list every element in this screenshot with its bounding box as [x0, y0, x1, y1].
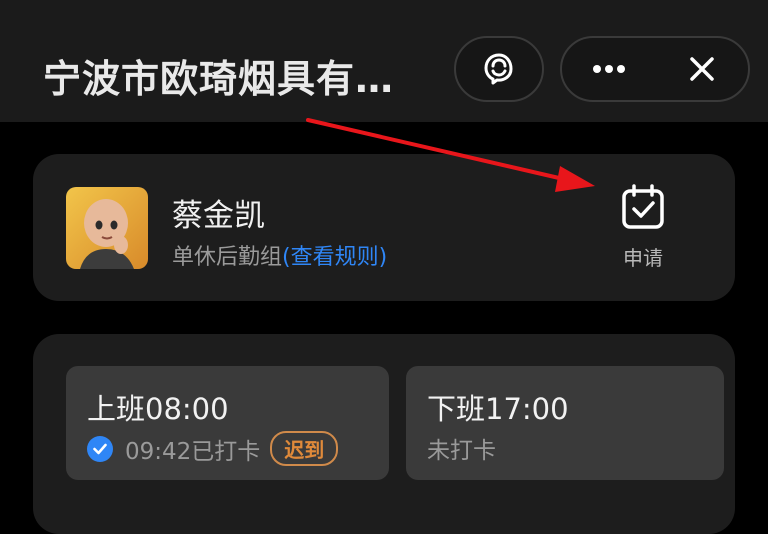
clock-in-time: 09:42已打卡 — [125, 438, 261, 465]
voice-assistant-button[interactable] — [454, 36, 544, 102]
top-bar: 宁波市欧琦烟具有… — [0, 0, 768, 122]
user-card: 蔡金凯 单休后勤组(查看规则) 申请 — [33, 154, 735, 301]
clock-in-status: 09:42已打卡 迟到 — [87, 431, 339, 466]
clock-in-slot[interactable]: 上班08:00 09:42已打卡 迟到 — [66, 366, 389, 480]
user-name: 蔡金凯 — [172, 198, 265, 234]
apply-label: 申请 — [623, 246, 663, 270]
apply-button[interactable]: 申请 — [613, 184, 673, 271]
avatar[interactable] — [66, 187, 148, 269]
avatar-image — [66, 187, 148, 269]
attendance-group: 单休后勤组(查看规则) — [172, 239, 387, 271]
page-title: 宁波市欧琦烟具有… — [43, 57, 395, 101]
view-rules-link[interactable]: (查看规则) — [282, 245, 387, 270]
clock-out-title: 下班17:00 — [427, 392, 569, 426]
voice-assistant-icon — [484, 53, 513, 85]
clock-out-status: 未打卡 — [427, 431, 496, 465]
calendar-check-icon — [622, 184, 664, 229]
more-icon — [592, 65, 625, 73]
punch-card: 上班08:00 09:42已打卡 迟到 下班17:00 未打卡 — [33, 334, 735, 534]
more-button[interactable] — [579, 39, 639, 99]
late-badge: 迟到 — [270, 431, 339, 466]
clock-out-slot[interactable]: 下班17:00 未打卡 — [406, 366, 724, 480]
clock-in-title: 上班08:00 — [87, 392, 229, 426]
mini-app-capsule — [560, 36, 750, 102]
group-name: 单休后勤组 — [172, 245, 283, 270]
close-button[interactable] — [672, 39, 732, 99]
clock-out-status-text: 未打卡 — [427, 438, 496, 464]
close-icon — [689, 57, 714, 81]
check-circle-icon — [87, 435, 113, 462]
